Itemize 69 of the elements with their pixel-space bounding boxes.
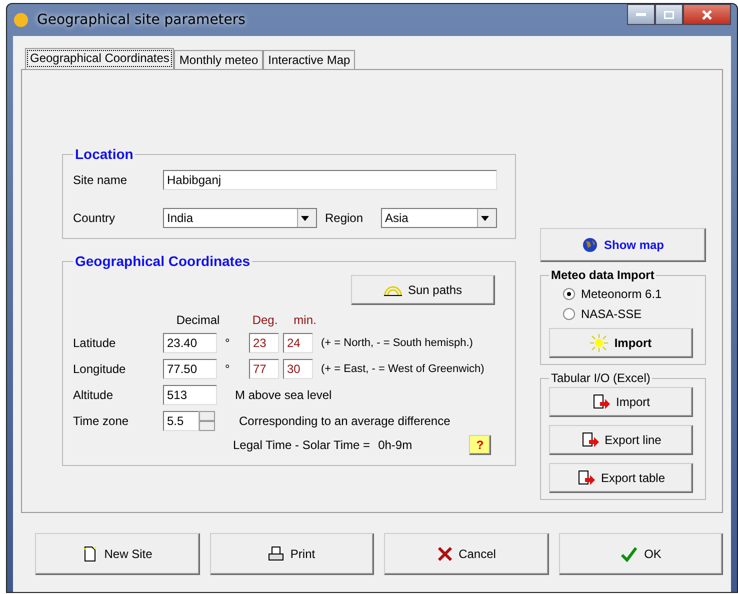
input-field[interactable]: 77: [249, 359, 279, 379]
dropdown-arrow-icon: [481, 216, 489, 220]
footer-button[interactable]: New Site: [35, 533, 200, 575]
hint-text: (+ = East, - = West of Greenwich): [321, 363, 484, 375]
degree-sign: °: [225, 336, 231, 350]
degree-sign: °: [225, 362, 231, 376]
hint-text: (+ = North, - = South hemisph.): [321, 337, 473, 349]
input-field[interactable]: 30: [283, 359, 313, 379]
footer-button[interactable]: OK: [558, 533, 723, 575]
import-document-icon: [592, 394, 610, 410]
minimize-icon: [636, 13, 646, 16]
dropdown-arrow-icon: [301, 216, 309, 220]
input-field[interactable]: 5.5: [163, 411, 199, 431]
sun-icon: [590, 334, 608, 352]
minimize-button[interactable]: [627, 4, 655, 25]
table-io-button[interactable]: Import: [549, 387, 693, 417]
field-label: Region: [325, 211, 364, 225]
group-title: Meteo data Import: [550, 268, 656, 282]
input-field[interactable]: 23: [249, 333, 279, 353]
maximize-button[interactable]: [655, 4, 683, 25]
help-button[interactable]: ?: [469, 435, 491, 455]
check-icon: [620, 546, 638, 562]
unit-text: M above sea level: [235, 388, 332, 402]
cross-icon: [436, 546, 453, 562]
sun-paths-button[interactable]: Sun paths: [351, 275, 495, 305]
field-label: Country: [73, 211, 116, 225]
import-button[interactable]: Import: [549, 328, 693, 358]
maximize-icon: [664, 10, 674, 18]
dropdown[interactable]: India: [163, 208, 317, 228]
group-title: Geographical Coordinates: [74, 253, 252, 269]
sun-arc-icon: [384, 284, 402, 296]
field-label: Time zone: [73, 414, 130, 428]
column-header: min.: [292, 313, 318, 327]
column-header: Decimal: [175, 313, 221, 327]
dropdown[interactable]: Asia: [381, 208, 497, 228]
footer-button[interactable]: Cancel: [384, 533, 548, 575]
tab[interactable]: Monthly meteo: [174, 50, 264, 69]
export-document-icon: [580, 432, 599, 448]
show-map-button[interactable]: Show map: [540, 228, 706, 262]
input-field[interactable]: 24: [283, 333, 313, 353]
close-icon: [702, 10, 712, 20]
input-field[interactable]: 77.50: [163, 359, 217, 379]
group-title: Location: [74, 146, 134, 162]
tab[interactable]: Geographical Coordinates: [25, 48, 174, 69]
table-io-button[interactable]: Export table: [549, 463, 693, 493]
radio-option[interactable]: Meteonorm 6.1: [549, 284, 697, 304]
radio-option[interactable]: NASA-SSE: [549, 304, 697, 324]
new-document-icon: [82, 546, 98, 562]
window-title: Geographical site parameters: [37, 12, 246, 28]
export-document-icon: [576, 470, 595, 486]
field-label: Altitude: [73, 388, 114, 402]
footer-button[interactable]: Print: [210, 533, 374, 575]
field-label: Longitude: [73, 362, 127, 376]
group-title: Tabular I/O (Excel): [550, 371, 652, 385]
printer-icon: [268, 546, 284, 562]
sun-icon: [13, 12, 29, 28]
table-io-button[interactable]: Export line: [549, 425, 693, 455]
hint-text: Corresponding to an average difference: [239, 414, 450, 428]
field-label: Site name: [73, 173, 128, 187]
input-field[interactable]: 513: [163, 385, 217, 405]
legal-time-value: 0h-9m: [378, 438, 412, 452]
field-label: Latitude: [73, 336, 117, 350]
tab[interactable]: Interactive Map: [263, 50, 356, 69]
close-button[interactable]: [683, 4, 731, 25]
input-field[interactable]: 23.40: [163, 333, 217, 353]
input-field[interactable]: Habibganj: [163, 170, 497, 190]
legal-time-label: Legal Time - Solar Time =: [233, 438, 370, 452]
column-header: Deg.: [251, 313, 279, 327]
globe-icon: [582, 237, 598, 253]
